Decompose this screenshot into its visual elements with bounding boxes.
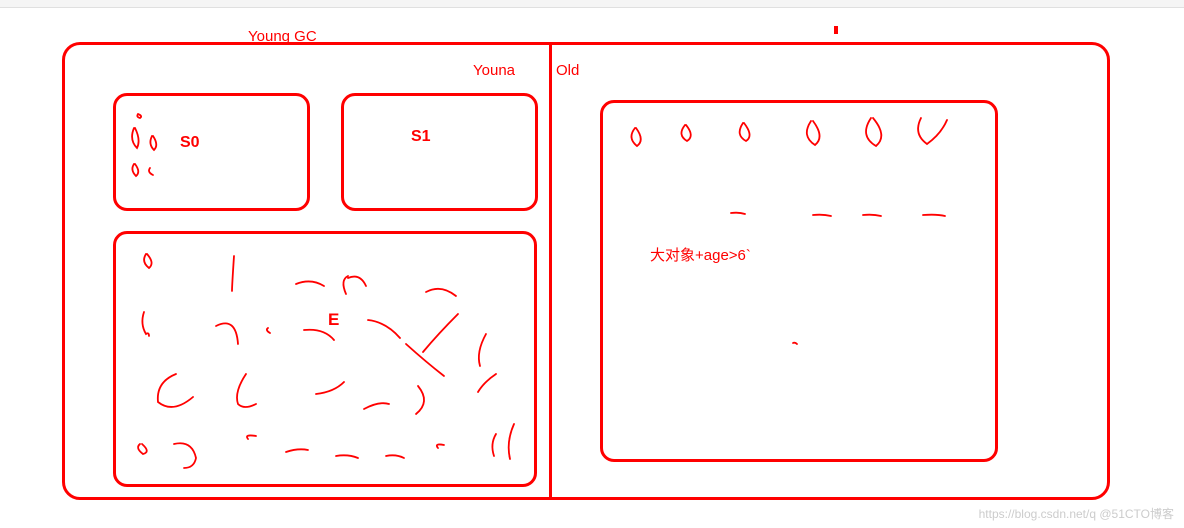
top-bar	[0, 0, 1184, 8]
old-inner-box	[600, 100, 998, 462]
heap-outer-box	[62, 42, 1110, 500]
survivor-0-box	[113, 93, 310, 211]
young-old-divider	[549, 45, 552, 497]
eden-box	[113, 231, 537, 487]
s0-objects-icon	[126, 106, 186, 196]
old-objects-icon	[603, 103, 1001, 465]
label-s0: S0	[180, 134, 200, 152]
label-eden: E	[328, 310, 339, 330]
survivor-1-box	[341, 93, 538, 211]
label-s1: S1	[411, 128, 431, 146]
eden-objects-icon	[116, 234, 540, 490]
red-dot-marker	[834, 26, 838, 34]
label-old-promotion-rule: 大对象+age>6`	[650, 244, 751, 265]
watermark-text: https://blog.csdn.net/q @51CTO博客	[979, 505, 1174, 522]
